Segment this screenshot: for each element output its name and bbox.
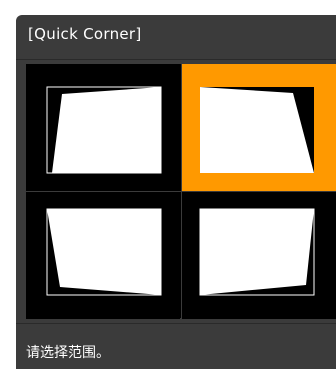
quick-corner-panel: [Quick Corner] 请选择范围。	[16, 15, 336, 369]
title-divider	[16, 59, 336, 60]
corner-option-top-left[interactable]	[26, 64, 180, 191]
keystone-bottom-right-icon	[199, 208, 315, 296]
keystone-top-left-icon	[46, 86, 162, 174]
corner-grid	[26, 64, 336, 319]
grid-horizontal-divider	[26, 191, 336, 192]
corner-option-bottom-left[interactable]	[26, 192, 180, 319]
panel-title: [Quick Corner]	[28, 25, 142, 43]
keystone-top-right-icon	[200, 87, 314, 173]
status-message: 请选择范围。	[26, 345, 110, 361]
corner-option-top-right[interactable]	[182, 64, 336, 191]
keystone-bottom-left-icon	[46, 208, 162, 296]
corner-option-bottom-right[interactable]	[182, 192, 336, 319]
status-divider	[16, 323, 336, 324]
